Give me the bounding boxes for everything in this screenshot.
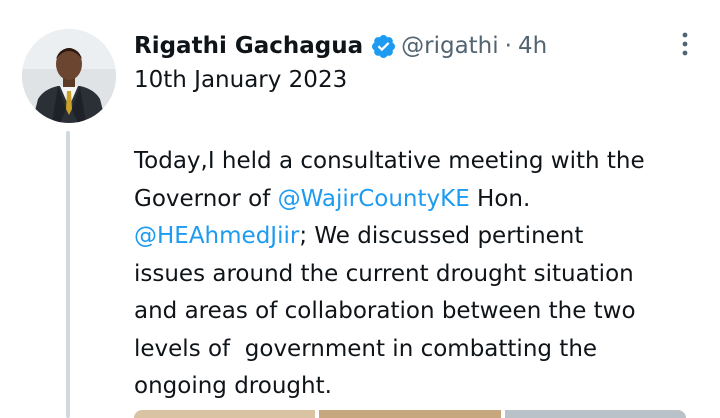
media-tile[interactable] [319, 410, 501, 418]
mention-link[interactable]: @WajirCountyKE [278, 186, 470, 212]
tweet-body-line: and areas of collaboration between the t… [134, 293, 709, 331]
tweet-text: levels of government in combatting the [134, 335, 598, 362]
tweet-body-line: Governor of @WajirCountyKE Hon. [134, 181, 709, 219]
tweet-text: ; We discussed pertinent [299, 223, 584, 249]
media-preview[interactable] [134, 410, 686, 418]
author-handle[interactable]: @rigathi [401, 33, 499, 59]
tweet-header: Rigathi Gachagua @rigathi · 4h [134, 28, 547, 64]
tweet-text: Hon. [469, 185, 531, 212]
tweet-text: Governor of [134, 185, 278, 212]
more-vertical-icon[interactable] [674, 29, 696, 59]
tweet-timestamp[interactable]: 4h [518, 33, 547, 59]
tweet-body-line: issues around the current drought situat… [134, 256, 709, 294]
tweet-body: Today,I held a consultative meeting with… [134, 143, 709, 406]
thread-line [66, 131, 70, 418]
mention-link[interactable]: @HEAhmedJiir [134, 223, 299, 249]
media-tile[interactable] [134, 410, 316, 418]
tweet-card[interactable]: Rigathi Gachagua @rigathi · 4h 10th Janu… [0, 0, 720, 418]
tweet-body-line: levels of government in combatting the [134, 331, 709, 369]
tweet-body-line: @HEAhmedJiir; We discussed pertinent [134, 218, 709, 256]
tweet-text: issues around the current drought situat… [134, 260, 634, 287]
tweet-date-line: 10th January 2023 [134, 67, 348, 93]
tweet-body-line: Today,I held a consultative meeting with… [134, 143, 709, 181]
tweet-body-line: ongoing drought. [134, 368, 709, 406]
header-separator: · [504, 33, 512, 59]
verified-badge-icon [370, 33, 397, 60]
tweet-text: ongoing drought. [134, 373, 332, 399]
media-tile[interactable] [504, 410, 686, 418]
avatar-image [22, 29, 116, 123]
tweet-text: Today,I held a consultative meeting with… [134, 148, 645, 174]
avatar[interactable] [22, 29, 116, 123]
tweet-text: and areas of collaboration between the t… [134, 298, 636, 324]
author-display-name[interactable]: Rigathi Gachagua [134, 33, 363, 59]
